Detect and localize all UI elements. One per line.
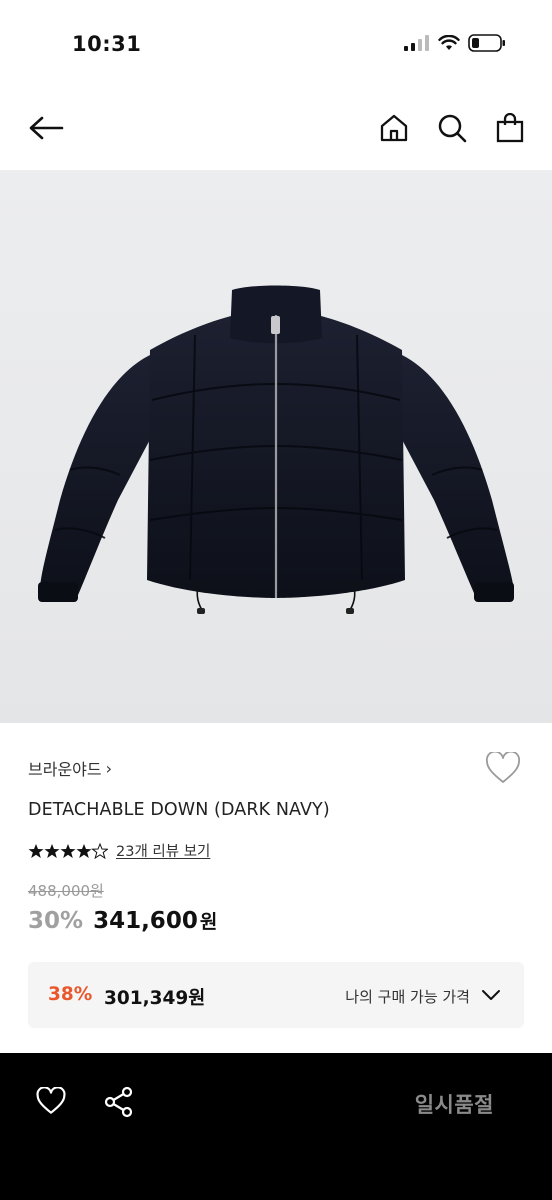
search-button[interactable]: [432, 112, 472, 148]
heart-icon: [36, 1086, 66, 1119]
star-rating-icon: [28, 842, 108, 859]
status-bar: 10:31: [0, 0, 552, 90]
chevron-down-icon: [480, 984, 502, 1006]
brand-link[interactable]: 브라운야드 ›: [28, 756, 112, 780]
back-arrow-icon: [28, 116, 64, 144]
price-row: 30% 341,600 원: [28, 907, 217, 934]
product-image[interactable]: [0, 170, 552, 723]
my-purchase-price-box[interactable]: 38% 301,349원 나의 구매 가능 가격: [28, 962, 524, 1028]
cellular-signal-icon: [404, 35, 430, 55]
top-navigation: [0, 100, 552, 160]
nav-actions: [374, 112, 530, 148]
wishlist-button[interactable]: [484, 750, 522, 788]
review-link[interactable]: 23개 리뷰 보기: [116, 840, 210, 861]
soldout-label: 일시품절: [414, 1093, 494, 1117]
shopping-bag-icon: [496, 112, 524, 147]
status-time: 10:31: [72, 32, 142, 56]
product-title: DETACHABLE DOWN (DARK NAVY): [28, 800, 330, 820]
bottom-action-bar: 일시품절: [0, 1053, 552, 1200]
rating-stars: [28, 842, 108, 859]
sale-price: 341,600: [93, 908, 198, 934]
navy-down-jacket: [38, 285, 514, 614]
brand-name: 브라운야드: [28, 760, 102, 779]
my-price: 301,349원: [104, 988, 206, 1009]
battery-icon: [468, 34, 506, 56]
share-icon: [104, 1086, 134, 1122]
search-icon: [437, 113, 467, 147]
status-icons: [404, 34, 506, 56]
share-button[interactable]: [100, 1085, 138, 1123]
rating-row: 23개 리뷰 보기: [28, 840, 210, 861]
home-button[interactable]: [374, 112, 414, 148]
back-button[interactable]: [26, 112, 66, 148]
my-discount-rate: 38%: [48, 984, 93, 1005]
original-price: 488,000원: [28, 882, 104, 900]
shopping-bag-button[interactable]: [490, 112, 530, 148]
bottom-wishlist-button[interactable]: [32, 1085, 70, 1121]
heart-outline-icon: [485, 750, 521, 788]
sale-price-unit: 원: [199, 911, 218, 933]
wifi-icon: [438, 34, 460, 55]
my-price-label: 나의 구매 가능 가격: [345, 988, 470, 1006]
home-icon: [379, 113, 409, 147]
chevron-right-icon: ›: [105, 758, 113, 778]
discount-rate: 30%: [28, 908, 84, 934]
